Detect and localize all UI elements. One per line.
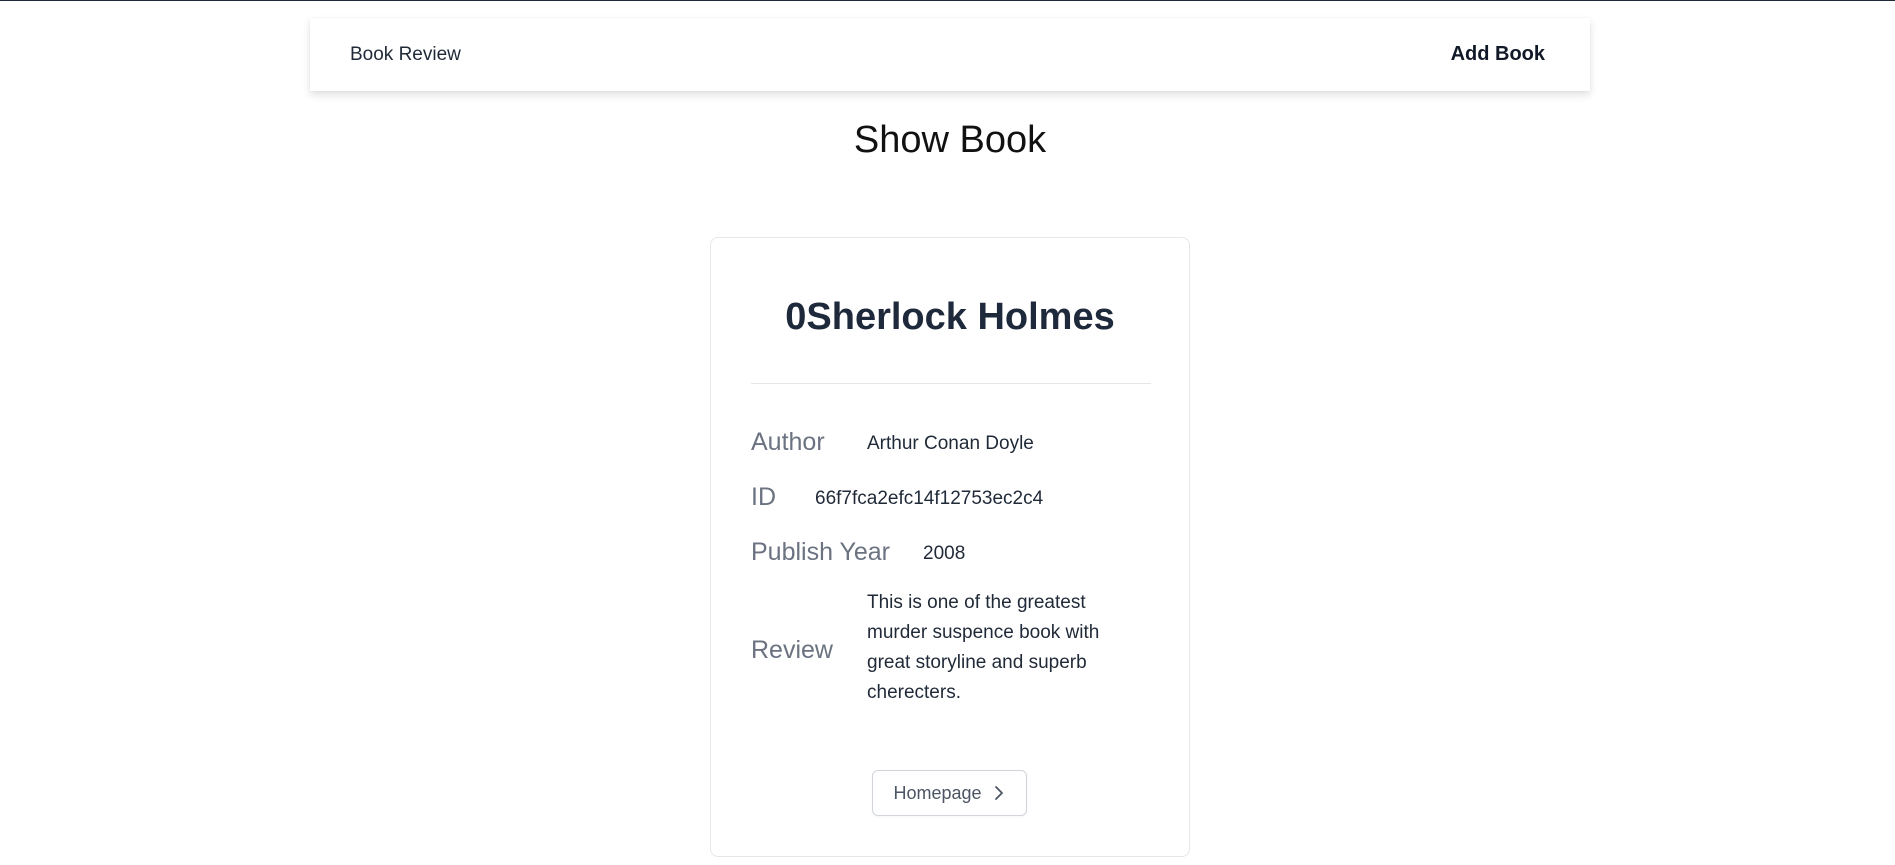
page-title: Show Book <box>853 119 1047 161</box>
divider <box>751 383 1151 384</box>
book-card: 0Sherlock Holmes Author Arthur Conan Doy… <box>710 237 1190 857</box>
publish-year-label: Publish Year <box>751 538 891 566</box>
id-label: ID <box>751 483 776 511</box>
review-value: This is one of the greatest murder suspe… <box>867 592 1100 703</box>
author-label: Author <box>751 428 825 456</box>
homepage-button-label: Homepage <box>893 782 982 803</box>
author-value: Arthur Conan Doyle <box>867 433 1034 454</box>
chevron-right-icon <box>994 786 1003 800</box>
review-label: Review <box>751 636 833 664</box>
add-book-link[interactable]: Add Book <box>1451 18 1545 91</box>
id-value: 66f7fca2efc14f12753ec2c4 <box>815 488 1044 509</box>
homepage-button[interactable]: Homepage <box>872 770 1027 816</box>
publish-year-value: 2008 <box>923 543 966 564</box>
navbar: Book Review Add Book <box>310 18 1590 91</box>
brand-link[interactable]: Book Review <box>350 18 461 91</box>
book-title: 0Sherlock Holmes <box>785 296 1115 338</box>
